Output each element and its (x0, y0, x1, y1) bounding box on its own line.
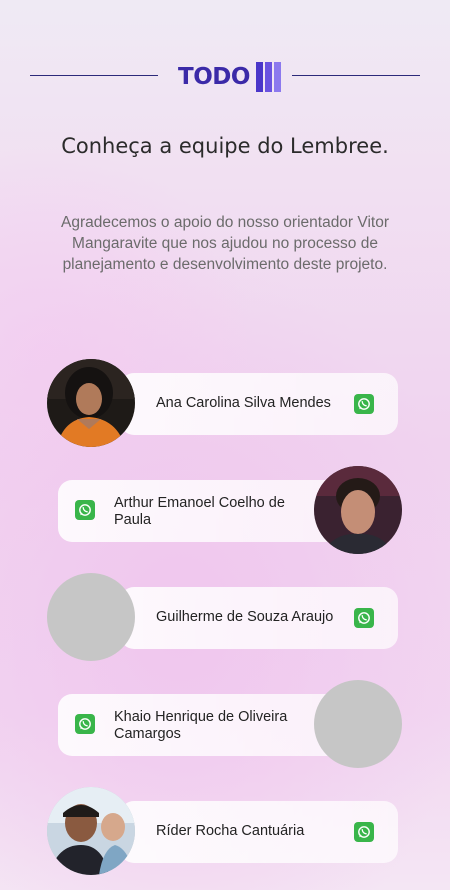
whatsapp-icon[interactable] (75, 500, 95, 520)
page-title: Conheça a equipe do Lembree. (61, 134, 389, 158)
member-avatar-placeholder (314, 680, 402, 768)
member-name: Ríder Rocha Cantuária (156, 823, 305, 839)
member-avatar (314, 466, 402, 554)
member-name: Arthur Emanoel Coelho de Paula (114, 495, 285, 528)
header-divider-left (30, 75, 158, 76)
logo-text: TODO (178, 64, 250, 90)
member-avatar (47, 787, 135, 875)
header: TODO (0, 60, 450, 94)
member-name: Khaio Henrique de Oliveira Camargos (114, 709, 288, 742)
team-member-card: Ríder Rocha Cantuária (0, 787, 450, 879)
whatsapp-icon[interactable] (75, 714, 95, 734)
logo-bars-icon (254, 62, 281, 92)
member-name: Guilherme de Souza Araujo (156, 609, 334, 625)
header-divider-right (292, 75, 420, 76)
member-avatar-placeholder (47, 573, 135, 661)
team-member-card: Arthur Emanoel Coelho de Paula (0, 466, 450, 558)
whatsapp-icon[interactable] (354, 394, 374, 414)
team-member-card: Khaio Henrique de Oliveira Camargos (0, 680, 450, 772)
todo-logo[interactable]: TODO (178, 62, 281, 92)
team-member-card: Ana Carolina Silva Mendes (0, 359, 450, 451)
member-name: Ana Carolina Silva Mendes (156, 395, 331, 411)
team-member-card: Guilherme de Souza Araujo (0, 573, 450, 665)
member-avatar (47, 359, 135, 447)
whatsapp-icon[interactable] (354, 822, 374, 842)
whatsapp-icon[interactable] (354, 608, 374, 628)
page-subtitle: Agradecemos o apoio do nosso orientador … (60, 214, 389, 273)
